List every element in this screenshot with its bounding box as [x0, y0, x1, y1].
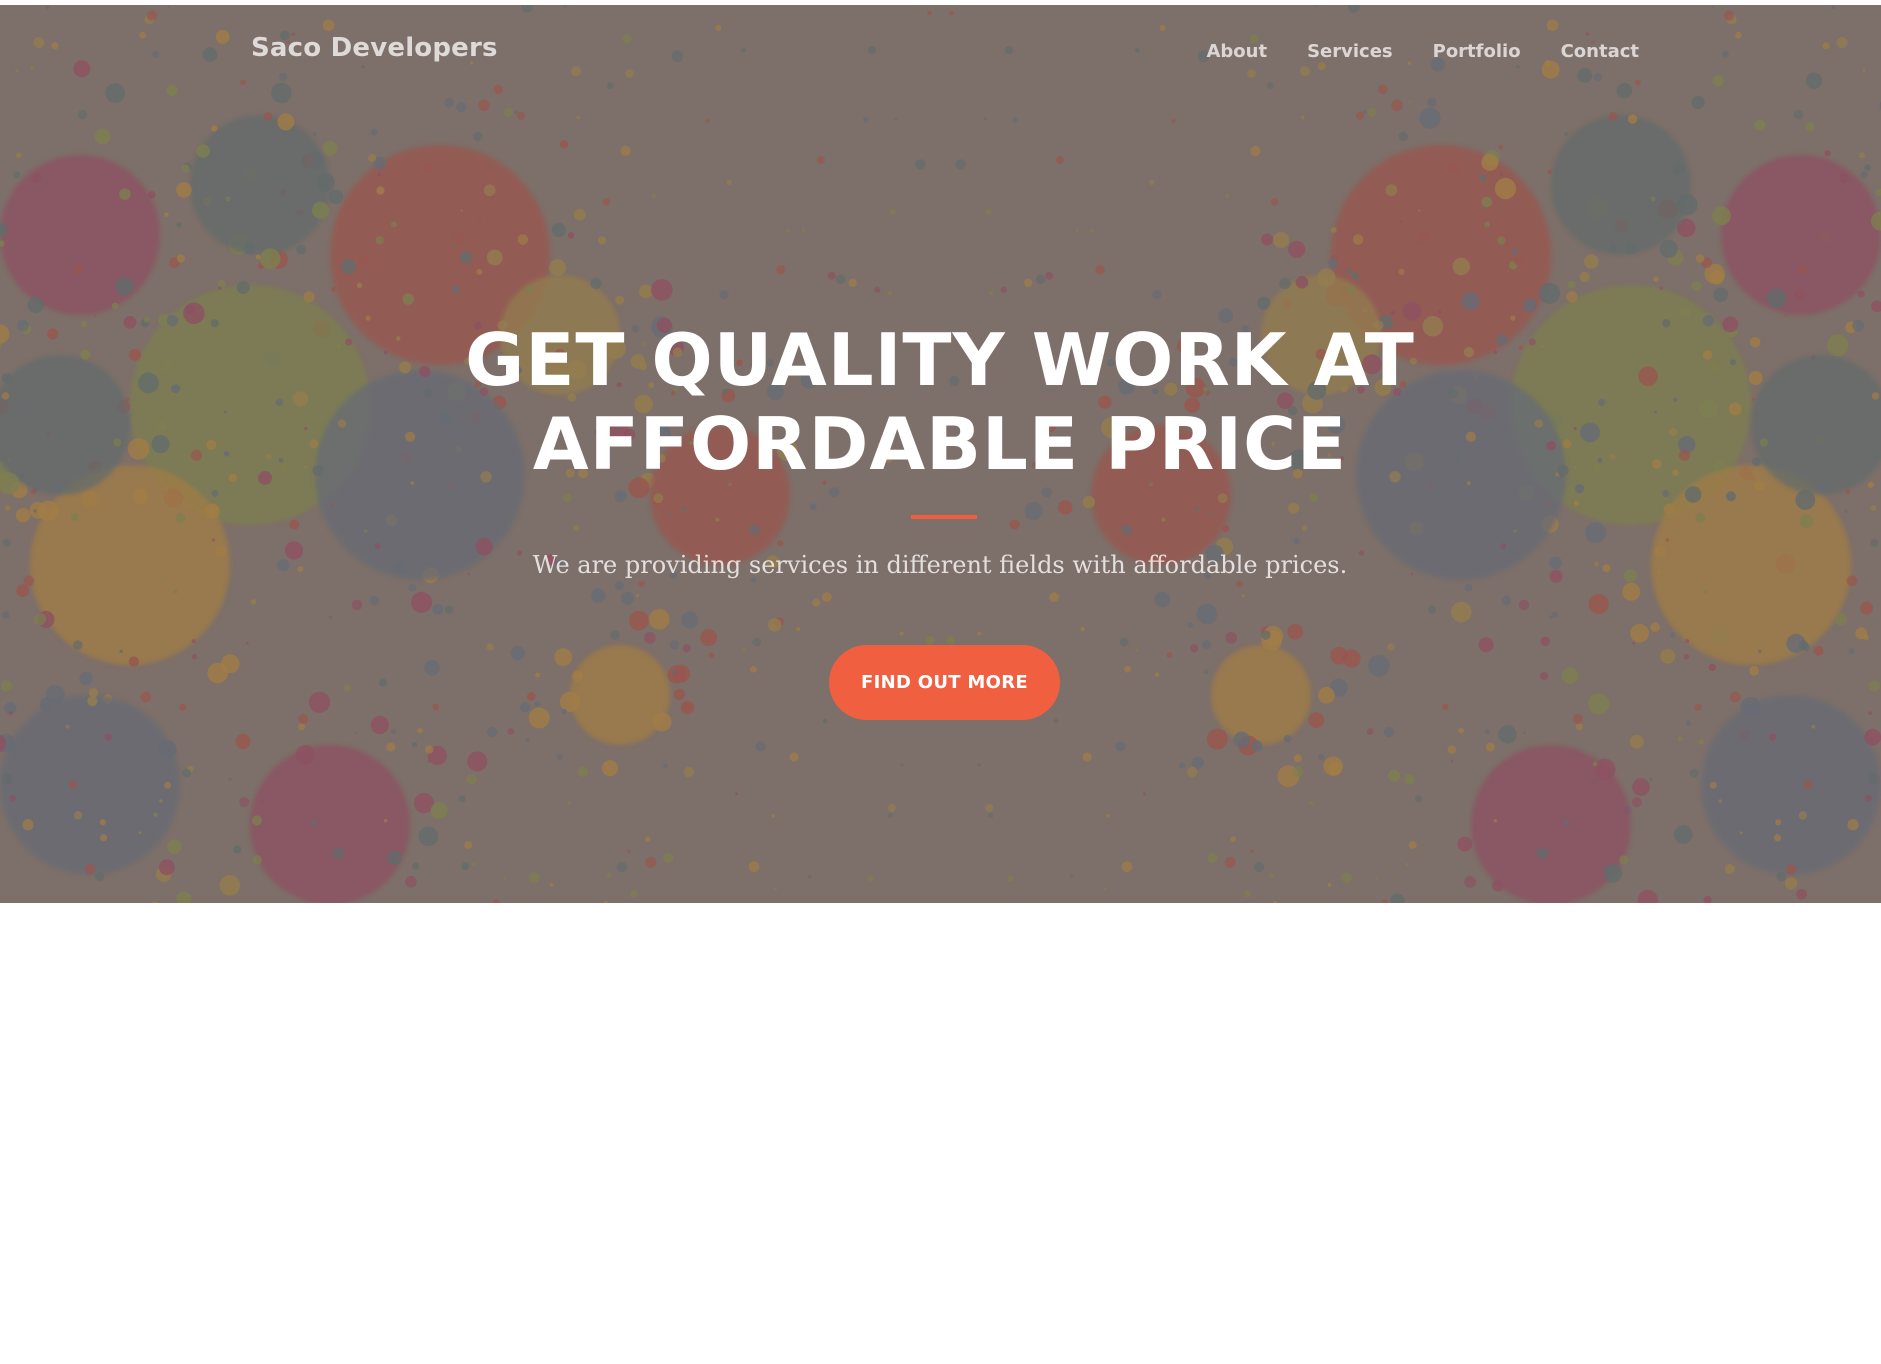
nav-link-about[interactable]: About: [1206, 41, 1267, 62]
hero-subtitle: We are providing services in different f…: [532, 551, 1348, 579]
nav-link-services[interactable]: Services: [1307, 41, 1393, 62]
find-out-more-button[interactable]: FIND OUT MORE: [829, 645, 1060, 720]
hero-content: GET QUALITY WORK AT AFFORDABLE PRICE We …: [0, 0, 1881, 898]
accent-divider: [911, 515, 977, 519]
hero-headline-line2: AFFORDABLE PRICE: [532, 402, 1348, 486]
brand-logo-link[interactable]: Saco Developers: [251, 33, 498, 63]
hero-headline-line1: GET QUALITY WORK AT: [465, 318, 1415, 402]
nav-link-contact[interactable]: Contact: [1561, 41, 1639, 62]
nav-link-portfolio[interactable]: Portfolio: [1433, 41, 1521, 62]
navbar: Saco Developers About Services Portfolio…: [0, 5, 1881, 95]
nav-links: About Services Portfolio Contact: [1206, 41, 1639, 62]
hero-headline: GET QUALITY WORK AT AFFORDABLE PRICE: [440, 318, 1440, 486]
